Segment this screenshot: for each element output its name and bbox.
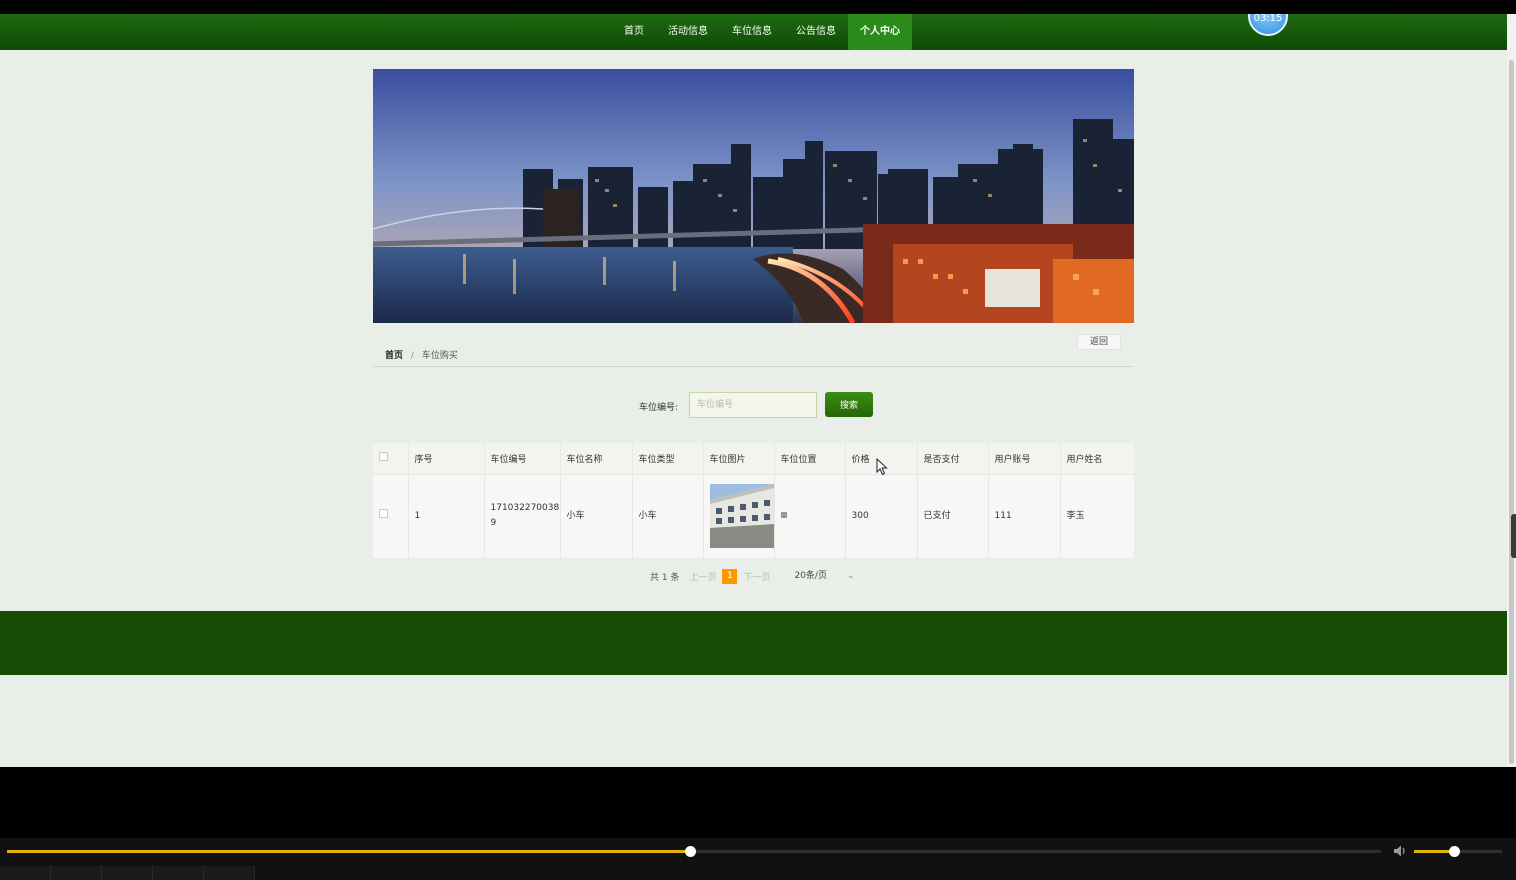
nav-item-home[interactable]: 首页 <box>612 14 656 50</box>
table-row: 1 171032270038 9 小车 小车 300 已支付 111 李玉 <box>373 473 1134 558</box>
breadcrumb-separator: / <box>410 351 414 361</box>
page-size-select[interactable]: 20条/页 ⌄ <box>776 568 859 584</box>
page-scrollbar[interactable] <box>1507 14 1516 767</box>
nav-item-announcements[interactable]: 公告信息 <box>784 14 848 50</box>
nav-item-activities[interactable]: 活动信息 <box>656 14 720 50</box>
player-tab[interactable] <box>0 866 51 880</box>
parking-code-line1: 171032270038 <box>490 503 560 514</box>
parking-location-cell <box>774 473 846 558</box>
next-page-button[interactable]: 下一页 <box>743 570 770 583</box>
divider <box>373 366 1134 367</box>
player-tab[interactable] <box>204 866 255 880</box>
top-nav: 首页 活动信息 车位信息 公告信息 个人中心 03:15 <box>0 14 1507 50</box>
column-header: 车位位置 <box>774 443 846 474</box>
column-header: 是否支付 <box>917 443 989 474</box>
nav-menu: 首页 活动信息 车位信息 公告信息 个人中心 <box>612 14 912 50</box>
select-all-cell <box>373 443 409 474</box>
pagination-total: 共 1 条 <box>650 572 680 583</box>
nav-item-personal-center[interactable]: 个人中心 <box>848 14 912 50</box>
column-header: 车位编号 <box>484 443 561 474</box>
player-tab[interactable] <box>102 866 153 880</box>
parking-image-cell <box>703 473 775 558</box>
page-size-value: 20条/页 <box>794 570 827 581</box>
row-checkbox[interactable] <box>379 508 388 518</box>
user-account-cell: 111 <box>988 473 1061 558</box>
city-banner-image <box>373 69 1134 323</box>
row-select-cell <box>373 473 409 558</box>
mouse-cursor-icon <box>876 458 888 476</box>
volume-icon[interactable] <box>1392 843 1408 859</box>
scrollbar-thumb[interactable] <box>1509 60 1514 764</box>
table-header-row: 序号 车位编号 车位名称 车位类型 车位图片 车位位置 价格 是否支付 用户账号… <box>373 443 1134 474</box>
select-all-checkbox[interactable] <box>379 452 388 462</box>
player-bottom-tabs <box>0 866 255 880</box>
pagination: 共 1 条 上一页 1 下一页 20条/页 ⌄ <box>650 568 859 584</box>
seek-progress <box>7 850 690 853</box>
parking-purchase-table: 序号 车位编号 车位名称 车位类型 车位图片 车位位置 价格 是否支付 用户账号… <box>373 443 1134 558</box>
player-tab[interactable] <box>153 866 204 880</box>
breadcrumb-current: 车位购买 <box>421 351 458 361</box>
volume-handle[interactable] <box>1448 846 1460 857</box>
prev-page-button[interactable]: 上一页 <box>689 570 716 583</box>
column-header: 用户账号 <box>988 443 1061 474</box>
parking-type-cell: 小车 <box>632 473 704 558</box>
nav-item-parking-info[interactable]: 车位信息 <box>720 14 784 50</box>
back-button[interactable]: 返回 <box>1077 334 1121 350</box>
parking-code-line2: 9 <box>490 518 497 529</box>
parking-code-cell: 171032270038 9 <box>484 473 561 558</box>
search-label: 车位编号: <box>639 403 679 413</box>
column-header: 车位图片 <box>703 443 775 474</box>
column-header: 车位类型 <box>632 443 704 474</box>
search-button[interactable]: 搜索 <box>825 392 873 417</box>
breadcrumb: 首页 / 车位购买 <box>385 348 458 361</box>
column-header: 车位名称 <box>560 443 633 474</box>
parking-photo[interactable] <box>709 484 774 549</box>
column-header: 序号 <box>408 443 485 474</box>
parking-code-search-input[interactable] <box>689 392 817 418</box>
column-header: 用户姓名 <box>1060 443 1134 474</box>
media-player-bar <box>0 838 1516 880</box>
user-name-cell: 李玉 <box>1060 473 1134 558</box>
screen: 首页 活动信息 车位信息 公告信息 个人中心 03:15 首页 / 车位购买 返… <box>0 0 1516 880</box>
payment-status-cell: 已支付 <box>917 473 989 558</box>
timer-badge: 03:15 <box>1248 14 1288 36</box>
breadcrumb-home[interactable]: 首页 <box>385 351 403 361</box>
parking-name-cell: 小车 <box>560 473 633 558</box>
page-number-button[interactable]: 1 <box>722 568 738 584</box>
seek-slider[interactable] <box>7 846 1381 857</box>
volume-level <box>1414 850 1454 853</box>
location-thumbnail-icon[interactable] <box>780 511 787 518</box>
footer <box>0 611 1507 675</box>
browser-page: 首页 活动信息 车位信息 公告信息 个人中心 03:15 首页 / 车位购买 返… <box>0 14 1507 767</box>
seek-handle[interactable] <box>684 846 696 857</box>
player-tab[interactable] <box>51 866 102 880</box>
side-panel-tab[interactable] <box>1511 514 1516 558</box>
price-cell: 300 <box>845 473 918 558</box>
volume-slider[interactable] <box>1414 846 1502 857</box>
chevron-down-icon: ⌄ <box>846 570 855 581</box>
index-cell: 1 <box>408 473 485 558</box>
